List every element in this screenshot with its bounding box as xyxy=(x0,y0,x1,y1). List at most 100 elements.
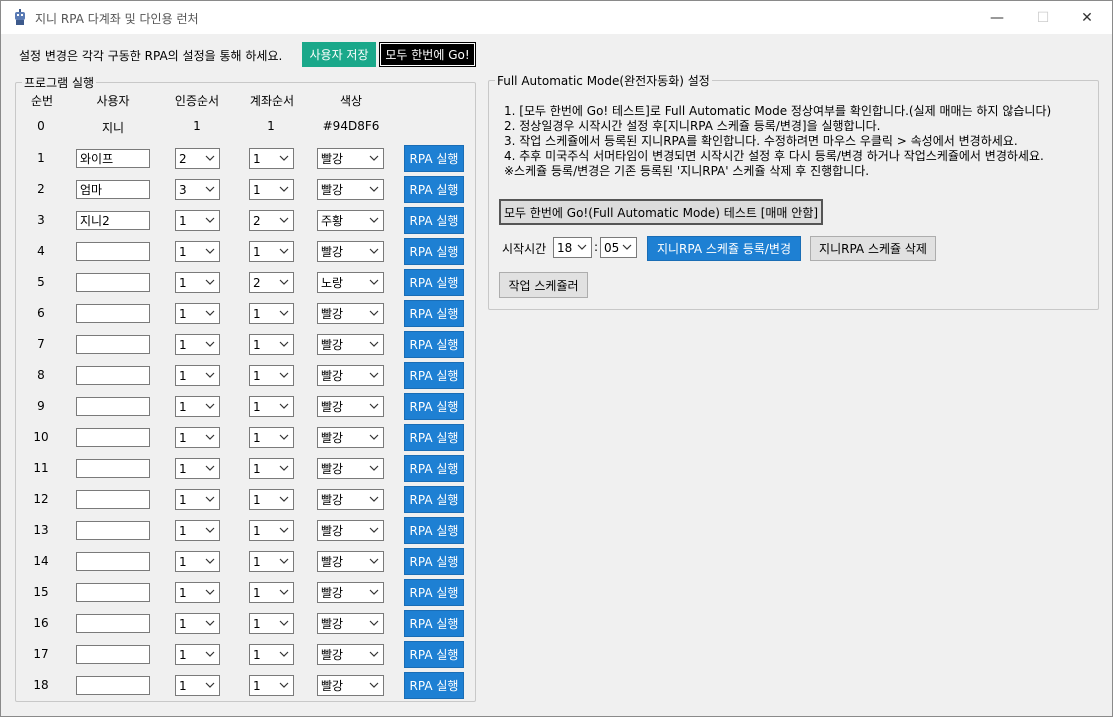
color-select[interactable]: 빨강 xyxy=(317,427,384,448)
rpa-run-button[interactable]: RPA 실행 xyxy=(404,331,464,358)
account-order-select[interactable]: 1 xyxy=(249,334,294,355)
user-name-input[interactable] xyxy=(76,614,150,633)
auth-order-select[interactable]: 1 xyxy=(175,613,220,634)
account-order-select[interactable]: 1 xyxy=(249,551,294,572)
account-order-select[interactable]: 1 xyxy=(249,179,294,200)
account-order-select[interactable]: 1 xyxy=(249,396,294,417)
rpa-run-button[interactable]: RPA 실행 xyxy=(404,145,464,172)
color-select[interactable]: 빨강 xyxy=(317,396,384,417)
rpa-run-button[interactable]: RPA 실행 xyxy=(404,300,464,327)
rpa-run-button[interactable]: RPA 실행 xyxy=(404,641,464,668)
rpa-run-button[interactable]: RPA 실행 xyxy=(404,207,464,234)
title-bar[interactable]: 지니 RPA 다계좌 및 다인용 런처 — ☐ ✕ xyxy=(1,1,1112,34)
rpa-run-button[interactable]: RPA 실행 xyxy=(404,393,464,420)
full-auto-test-button[interactable]: 모두 한번에 Go!(Full Automatic Mode) 테스트 [매매 … xyxy=(499,199,823,225)
account-order-select[interactable]: 1 xyxy=(249,613,294,634)
auth-order-select[interactable]: 1 xyxy=(175,582,220,603)
color-select[interactable]: 주황 xyxy=(317,210,384,231)
auth-order-select[interactable]: 2 xyxy=(175,148,220,169)
account-order-select[interactable]: 1 xyxy=(249,644,294,665)
user-name-input[interactable] xyxy=(76,211,150,230)
user-name-input[interactable] xyxy=(76,149,150,168)
rpa-run-button[interactable]: RPA 실행 xyxy=(404,238,464,265)
user-name-input[interactable] xyxy=(76,521,150,540)
register-schedule-button[interactable]: 지니RPA 스케쥴 등록/변경 xyxy=(647,236,801,261)
color-select[interactable]: 빨강 xyxy=(317,148,384,169)
account-order-select[interactable]: 1 xyxy=(249,675,294,696)
account-order-select[interactable]: 1 xyxy=(249,582,294,603)
delete-schedule-button[interactable]: 지니RPA 스케쥴 삭제 xyxy=(810,236,936,261)
user-name-input[interactable] xyxy=(76,552,150,571)
color-select[interactable]: 빨강 xyxy=(317,582,384,603)
rpa-run-button[interactable]: RPA 실행 xyxy=(404,486,464,513)
color-select[interactable]: 빨강 xyxy=(317,644,384,665)
account-order-select[interactable]: 1 xyxy=(249,427,294,448)
auth-order-select[interactable]: 1 xyxy=(175,644,220,665)
rpa-run-button[interactable]: RPA 실행 xyxy=(404,455,464,482)
color-select[interactable]: 빨강 xyxy=(317,520,384,541)
minimize-icon[interactable]: — xyxy=(974,1,1020,34)
color-select[interactable]: 빨강 xyxy=(317,303,384,324)
color-select[interactable]: 빨강 xyxy=(317,334,384,355)
rpa-run-button[interactable]: RPA 실행 xyxy=(404,362,464,389)
save-user-button[interactable]: 사용자 저장 xyxy=(302,42,376,67)
color-select[interactable]: 노랑 xyxy=(317,272,384,293)
rpa-run-button[interactable]: RPA 실행 xyxy=(404,269,464,296)
user-name-input[interactable] xyxy=(76,676,150,695)
account-order-select[interactable]: 1 xyxy=(249,241,294,262)
color-select[interactable]: 빨강 xyxy=(317,675,384,696)
start-minute-select[interactable]: 05 xyxy=(600,237,637,258)
auth-order-select[interactable]: 1 xyxy=(175,396,220,417)
auth-order-select[interactable]: 1 xyxy=(175,241,220,262)
all-go-button[interactable]: 모두 한번에 Go! xyxy=(379,42,476,67)
rpa-run-button[interactable]: RPA 실행 xyxy=(404,548,464,575)
user-name-input[interactable] xyxy=(76,490,150,509)
rpa-run-button[interactable]: RPA 실행 xyxy=(404,517,464,544)
account-order-select[interactable]: 2 xyxy=(249,210,294,231)
color-select[interactable]: 빨강 xyxy=(317,365,384,386)
rpa-run-button[interactable]: RPA 실행 xyxy=(404,579,464,606)
account-order-select[interactable]: 1 xyxy=(249,520,294,541)
auth-order-select[interactable]: 1 xyxy=(175,334,220,355)
task-scheduler-button[interactable]: 작업 스케쥴러 xyxy=(499,272,588,298)
user-name-input[interactable] xyxy=(76,335,150,354)
close-icon[interactable]: ✕ xyxy=(1064,1,1110,34)
user-name-input[interactable] xyxy=(76,242,150,261)
color-select[interactable]: 빨강 xyxy=(317,179,384,200)
rpa-run-button[interactable]: RPA 실행 xyxy=(404,176,464,203)
auth-order-select[interactable]: 1 xyxy=(175,675,220,696)
rpa-run-button[interactable]: RPA 실행 xyxy=(404,424,464,451)
color-select[interactable]: 빨강 xyxy=(317,613,384,634)
user-name-input[interactable] xyxy=(76,428,150,447)
account-order-select[interactable]: 1 xyxy=(249,489,294,510)
color-select[interactable]: 빨강 xyxy=(317,241,384,262)
color-select[interactable]: 빨강 xyxy=(317,489,384,510)
user-name-input[interactable] xyxy=(76,645,150,664)
user-name-input[interactable] xyxy=(76,273,150,292)
account-order-select[interactable]: 1 xyxy=(249,458,294,479)
auth-order-select[interactable]: 1 xyxy=(175,303,220,324)
user-name-input[interactable] xyxy=(76,304,150,323)
user-name-input[interactable] xyxy=(76,583,150,602)
auth-order-select[interactable]: 1 xyxy=(175,210,220,231)
account-order-select[interactable]: 1 xyxy=(249,303,294,324)
rpa-run-button[interactable]: RPA 실행 xyxy=(404,610,464,637)
user-name-input[interactable] xyxy=(76,397,150,416)
user-name-input[interactable] xyxy=(76,180,150,199)
user-name-input[interactable] xyxy=(76,366,150,385)
account-order-select[interactable]: 1 xyxy=(249,365,294,386)
auth-order-select[interactable]: 1 xyxy=(175,520,220,541)
account-order-select[interactable]: 2 xyxy=(249,272,294,293)
maximize-icon[interactable]: ☐ xyxy=(1020,1,1066,34)
auth-order-select[interactable]: 3 xyxy=(175,179,220,200)
start-hour-select[interactable]: 18 xyxy=(553,237,592,258)
color-select[interactable]: 빨강 xyxy=(317,551,384,572)
auth-order-select[interactable]: 1 xyxy=(175,551,220,572)
rpa-run-button[interactable]: RPA 실행 xyxy=(404,672,464,699)
user-name-input[interactable] xyxy=(76,459,150,478)
auth-order-select[interactable]: 1 xyxy=(175,489,220,510)
color-select[interactable]: 빨강 xyxy=(317,458,384,479)
account-order-select[interactable]: 1 xyxy=(249,148,294,169)
auth-order-select[interactable]: 1 xyxy=(175,365,220,386)
auth-order-select[interactable]: 1 xyxy=(175,272,220,293)
